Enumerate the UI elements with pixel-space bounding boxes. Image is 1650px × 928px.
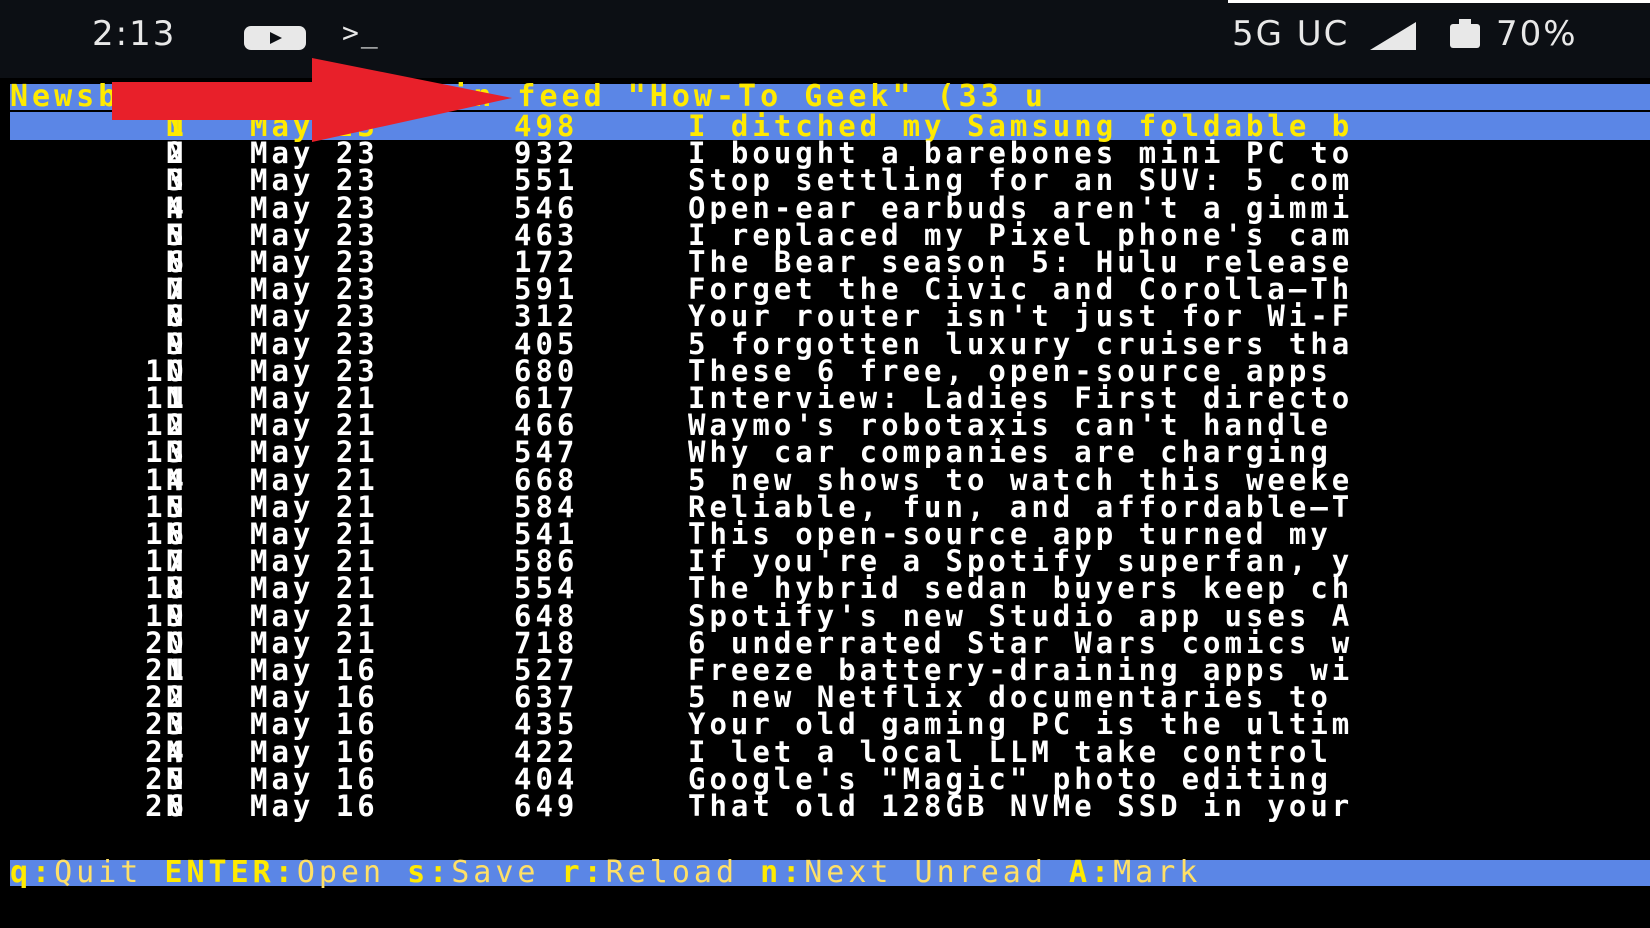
keybinding-key: A: — [1069, 855, 1114, 888]
keybinding-label: Quit — [54, 855, 143, 888]
keybinding-label: Reload — [605, 855, 739, 888]
keybinding-label: Save — [451, 855, 540, 888]
status-time: 2:13 — [92, 14, 177, 54]
terminal-window[interactable]: Newsboat - Articles in feed "How-To Geek… — [10, 82, 1650, 888]
youtube-icon — [244, 26, 306, 50]
network-type: 5G UC — [1232, 14, 1350, 54]
keybinding-label: Next Unread — [804, 855, 1047, 888]
keybinding-key: r: — [561, 855, 606, 888]
signal-icon — [1370, 22, 1416, 50]
red-annotation-arrow — [112, 58, 512, 142]
keybinding-key: ENTER: — [164, 855, 297, 888]
article-unread-flag: N — [166, 789, 188, 823]
bottom-black-area — [0, 888, 1650, 928]
article-title: That old 128GB NVMe SSD in your — [688, 789, 1354, 823]
article-size: 649 — [514, 789, 579, 823]
keybinding-help-bar: q:Quit ENTER:Open s:Save r:Reload n:Next… — [10, 858, 1650, 888]
keybinding-key: q: — [10, 855, 55, 888]
keybinding-key: n: — [760, 855, 805, 888]
keybinding-key: s: — [407, 855, 452, 888]
arrow-shape — [112, 58, 512, 142]
battery-icon — [1450, 19, 1480, 48]
keybinding-label: Open — [296, 855, 386, 888]
article-date: May 16 — [250, 789, 379, 823]
article-row[interactable]: 26 N May 16 649 That old 128GB NVMe SSD in y… — [10, 789, 1650, 823]
battery-percent: 70% — [1496, 14, 1578, 54]
status-bar-top-line — [1228, 0, 1650, 3]
terminal-icon: >_ — [342, 16, 380, 49]
keybinding-label: Mark — [1113, 855, 1202, 888]
